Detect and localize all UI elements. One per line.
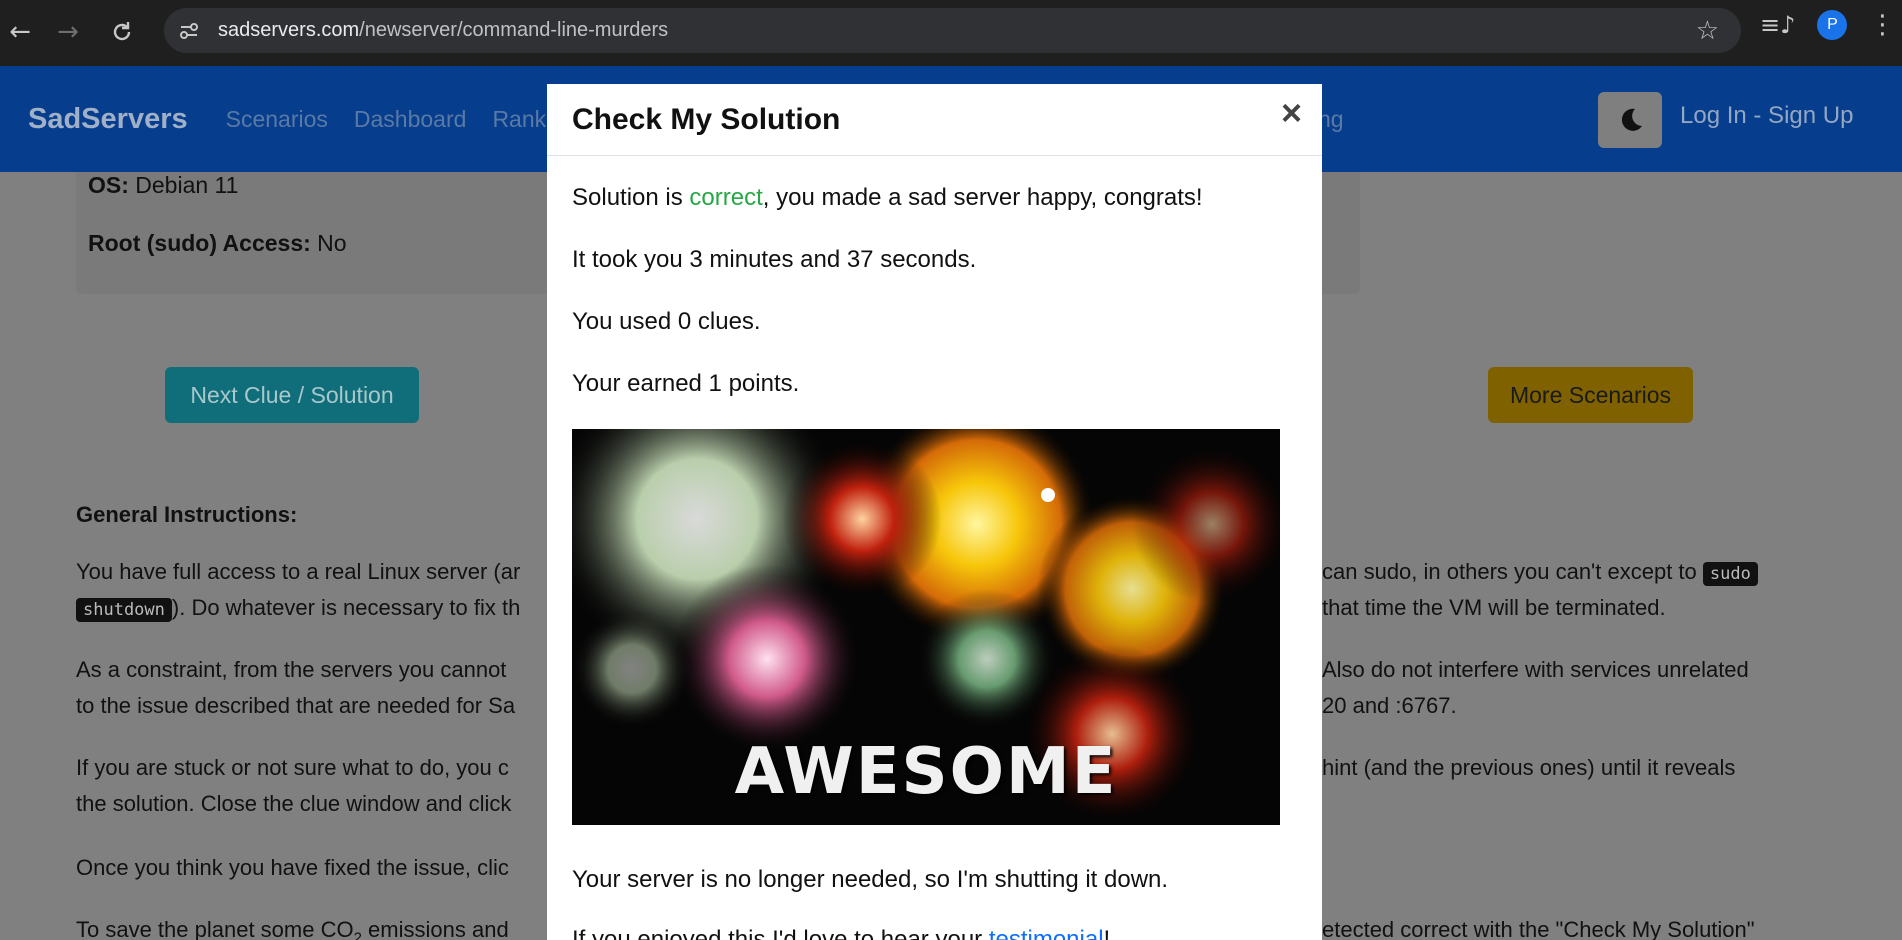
instructions-paragraph-3-right-1: hint (and the previous ones) until it re… [1322, 755, 1736, 780]
clues-used-text: You used 0 clues. [572, 308, 761, 335]
nav-link-dashboard[interactable]: Dashboard [354, 106, 467, 133]
star-icon[interactable]: ☆ [1696, 16, 1719, 46]
root-access-info: Root (sudo) Access: No [88, 230, 347, 256]
theme-toggle-button[interactable] [1598, 92, 1662, 148]
testimonial-link[interactable]: testimonial [989, 926, 1104, 940]
url-text: sadservers.com/newserver/command-line-mu… [218, 19, 669, 41]
reload-icon[interactable] [102, 12, 142, 52]
nav-link-ranking[interactable]: Ranki [492, 106, 551, 133]
forward-arrow-icon[interactable]: → [48, 12, 88, 52]
moon-icon [1621, 108, 1642, 131]
instructions-paragraph-2-right-1: Also do not interfere with services unre… [1322, 657, 1749, 682]
awesome-caption: AWESOME [734, 735, 1118, 809]
server-shutdown-text: Your server is no longer needed, so I'm … [572, 866, 1169, 893]
kebab-icon[interactable]: ⋮ [1869, 10, 1895, 40]
modal-title: Check My Solution [572, 102, 841, 136]
instructions-paragraph-1-line-2-right: that time the VM will be terminated. [1322, 595, 1666, 620]
testimonial-text: If you enjoyed this I'd love to hear you… [572, 926, 1110, 940]
check-solution-modal: Check My Solution × Solution is correct,… [547, 84, 1322, 940]
correct-label: correct [689, 184, 763, 211]
time-taken-text: It took you 3 minutes and 37 seconds. [572, 246, 977, 273]
brand-logo[interactable]: SadServers [28, 103, 188, 136]
back-arrow-icon[interactable]: ← [0, 12, 40, 52]
os-info: OS: Debian 11 [88, 172, 239, 198]
login-signup-link[interactable]: Log In - Sign Up [1680, 102, 1853, 130]
solution-result-text: Solution is correct, you made a sad serv… [572, 184, 1203, 211]
more-scenarios-button[interactable]: More Scenarios [1488, 367, 1693, 423]
address-bar[interactable]: sadservers.com/newserver/command-line-mu… [164, 8, 1741, 53]
instructions-paragraph-5-right: etected correct with the "Check My Solut… [1322, 917, 1755, 940]
media-icon[interactable]: ≡♪ [1760, 11, 1795, 39]
next-clue-button[interactable]: Next Clue / Solution [165, 367, 419, 423]
browser-toolbar: ← → sadservers.com/newserver/command-lin… [0, 0, 1902, 66]
fireworks-image: AWESOME [572, 429, 1280, 825]
modal-header: Check My Solution × [547, 84, 1322, 156]
general-instructions-title: General Instructions: [76, 502, 298, 527]
instructions-paragraph-1-right: can sudo, in others you can't except to … [1322, 554, 1758, 592]
close-icon[interactable]: × [1281, 92, 1302, 134]
points-earned-text: Your earned 1 points. [572, 370, 800, 397]
instructions-paragraph-2-right-2: 20 and :6767. [1322, 693, 1457, 718]
site-info-icon[interactable] [172, 14, 206, 48]
avatar[interactable]: P [1817, 10, 1848, 40]
nav-link-scenarios[interactable]: Scenarios [226, 106, 328, 133]
